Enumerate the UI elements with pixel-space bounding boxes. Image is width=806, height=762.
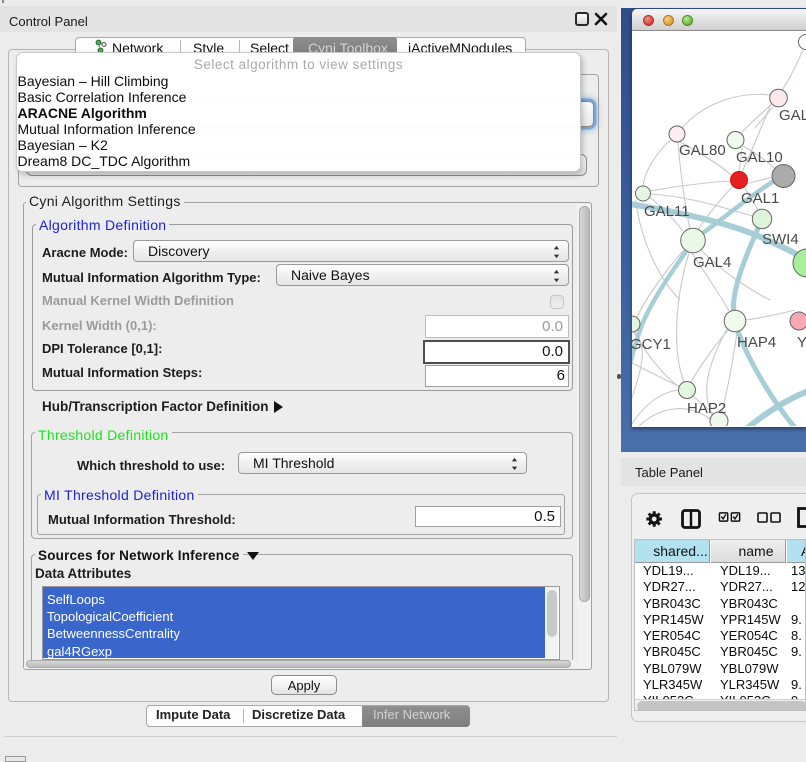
svg-text:GAL1: GAL1 — [741, 190, 779, 207]
svg-text:SWI4: SWI4 — [762, 231, 799, 248]
svg-text:HAP4: HAP4 — [737, 334, 776, 351]
svg-text:GAL10: GAL10 — [736, 149, 783, 166]
svg-text:HAP2: HAP2 — [687, 400, 726, 417]
svg-text:GAL11: GAL11 — [644, 203, 690, 220]
svg-text:GAL8: GAL8 — [779, 107, 806, 124]
svg-text:Y: Y — [797, 334, 806, 351]
svg-text:GAL80: GAL80 — [679, 142, 726, 159]
svg-text:GAL4: GAL4 — [693, 254, 731, 271]
svg-text:GCY1: GCY1 — [632, 336, 671, 353]
